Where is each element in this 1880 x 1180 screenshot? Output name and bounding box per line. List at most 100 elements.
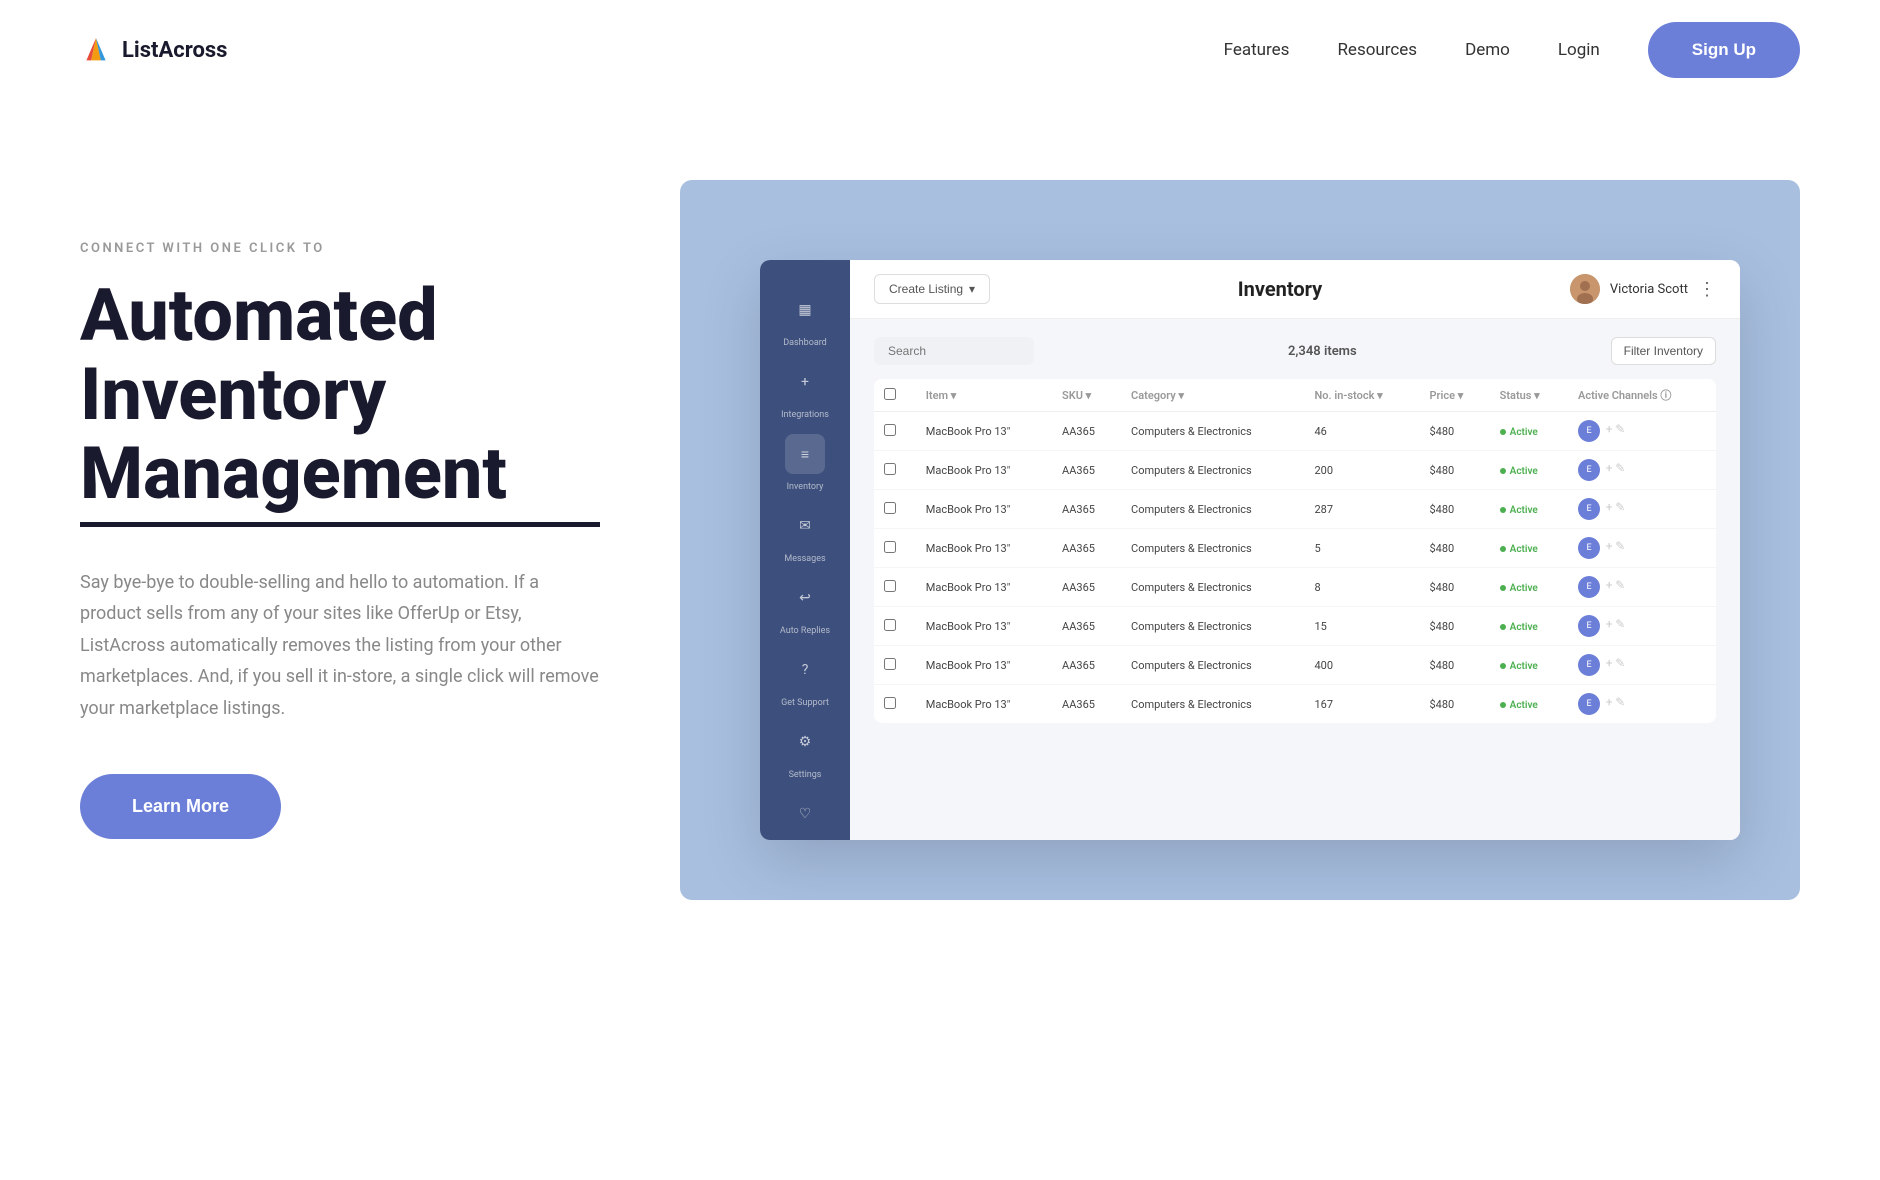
sidebar-item-dashboard[interactable]: ▦ Dashboard <box>783 284 827 348</box>
hero-title-line1: Automated <box>80 273 438 358</box>
create-listing-button[interactable]: Create Listing ▾ <box>874 274 990 304</box>
edit-icon[interactable]: ✎ <box>1615 422 1625 436</box>
status-dot <box>1500 663 1506 669</box>
learn-more-button[interactable]: Learn More <box>80 774 281 839</box>
app-page-title: Inventory <box>1238 277 1322 301</box>
status-label: Active <box>1510 700 1538 711</box>
filter-button[interactable]: Filter Inventory <box>1611 337 1716 365</box>
sidebar-item-autoreplies[interactable]: ↩ Auto Replies <box>780 572 830 636</box>
col-stock: No. in-stock ▾ <box>1305 379 1420 412</box>
nav-login[interactable]: Login <box>1558 40 1600 60</box>
row-checkbox-2[interactable] <box>884 502 896 514</box>
status-dot <box>1500 702 1506 708</box>
logo-icon <box>80 34 112 66</box>
channel-btn[interactable]: E <box>1578 420 1600 442</box>
row-checkbox-4[interactable] <box>884 580 896 592</box>
edit-icon[interactable]: ✎ <box>1615 500 1625 514</box>
topbar-menu-icon[interactable]: ⋮ <box>1698 279 1716 300</box>
table-header-row: Item ▾ SKU ▾ Category ▾ No. in-stock ▾ P… <box>874 379 1716 412</box>
row-checkbox-0[interactable] <box>884 424 896 436</box>
edit-icon[interactable]: ✎ <box>1615 656 1625 670</box>
row-category: Computers & Electronics <box>1121 607 1304 646</box>
row-category: Computers & Electronics <box>1121 412 1304 451</box>
row-sku: AA365 <box>1052 568 1121 607</box>
channel-btn[interactable]: E <box>1578 615 1600 637</box>
row-checkbox-cell <box>874 568 916 607</box>
select-all-checkbox[interactable] <box>884 388 896 400</box>
navbar: ListAcross Features Resources Demo Login… <box>0 0 1880 100</box>
edit-icon[interactable]: ✎ <box>1615 539 1625 553</box>
messages-icon: ✉ <box>799 518 811 534</box>
row-stock: 46 <box>1305 412 1420 451</box>
inventory-content: 2,348 items Filter Inventory Item ▾ SKU … <box>850 319 1740 840</box>
channel-btn[interactable]: E <box>1578 576 1600 598</box>
row-category: Computers & Electronics <box>1121 568 1304 607</box>
row-price: $480 <box>1419 529 1489 568</box>
channel-btn[interactable]: E <box>1578 498 1600 520</box>
add-channel-icon[interactable]: + <box>1606 539 1613 553</box>
edit-icon[interactable]: ✎ <box>1615 617 1625 631</box>
status-dot <box>1500 585 1506 591</box>
edit-icon[interactable]: ✎ <box>1615 461 1625 475</box>
row-checkbox-6[interactable] <box>884 658 896 670</box>
row-checkbox-cell <box>874 646 916 685</box>
col-sku: SKU ▾ <box>1052 379 1121 412</box>
sidebar-item-settings[interactable]: ⚙ Settings <box>785 716 825 780</box>
nav-features[interactable]: Features <box>1224 40 1290 60</box>
channel-btn[interactable]: E <box>1578 459 1600 481</box>
user-name: Victoria Scott <box>1610 282 1688 297</box>
search-input[interactable] <box>874 337 1034 365</box>
row-status: Active <box>1490 412 1568 451</box>
status-label: Active <box>1510 622 1538 633</box>
sidebar-item-support[interactable]: ? Get Support <box>781 644 829 708</box>
nav-demo[interactable]: Demo <box>1465 40 1510 60</box>
add-channel-icon[interactable]: + <box>1606 578 1613 592</box>
row-category: Computers & Electronics <box>1121 646 1304 685</box>
add-channel-icon[interactable]: + <box>1606 617 1613 631</box>
nav-resources[interactable]: Resources <box>1337 40 1417 60</box>
row-checkbox-7[interactable] <box>884 697 896 709</box>
row-item: MacBook Pro 13" <box>916 412 1052 451</box>
add-channel-icon[interactable]: + <box>1606 500 1613 514</box>
channel-btn[interactable]: E <box>1578 693 1600 715</box>
app-main: Create Listing ▾ Inventory <box>850 260 1740 840</box>
signup-button[interactable]: Sign Up <box>1648 22 1800 78</box>
row-sku: AA365 <box>1052 529 1121 568</box>
edit-icon[interactable]: ✎ <box>1615 695 1625 709</box>
row-checkbox-1[interactable] <box>884 463 896 475</box>
avatar-image <box>1570 274 1600 304</box>
sidebar-label-autoreplies: Auto Replies <box>780 626 830 636</box>
col-category: Category ▾ <box>1121 379 1304 412</box>
row-checkbox-3[interactable] <box>884 541 896 553</box>
row-status: Active <box>1490 451 1568 490</box>
row-channels: E + ✎ <box>1568 451 1716 490</box>
row-stock: 15 <box>1305 607 1420 646</box>
row-sku: AA365 <box>1052 685 1121 724</box>
sidebar-item-integrations[interactable]: + Integrations <box>781 356 829 420</box>
add-channel-icon[interactable]: + <box>1606 656 1613 670</box>
table-row: MacBook Pro 13" AA365 Computers & Electr… <box>874 568 1716 607</box>
row-channels: E + ✎ <box>1568 490 1716 529</box>
status-dot <box>1500 468 1506 474</box>
brand-logo[interactable]: ListAcross <box>80 34 227 66</box>
row-stock: 5 <box>1305 529 1420 568</box>
channel-btn[interactable]: E <box>1578 654 1600 676</box>
row-item: MacBook Pro 13" <box>916 490 1052 529</box>
settings-icon: ⚙ <box>799 734 812 750</box>
add-channel-icon[interactable]: + <box>1606 695 1613 709</box>
add-channel-icon[interactable]: + <box>1606 422 1613 436</box>
channel-btn[interactable]: E <box>1578 537 1600 559</box>
col-channels: Active Channels ⓘ <box>1568 379 1716 412</box>
status-label: Active <box>1510 466 1538 477</box>
sidebar-item-refer[interactable]: ♡ Refer Friends <box>779 788 832 840</box>
sidebar-item-messages[interactable]: ✉ Messages <box>784 500 825 564</box>
row-channels: E + ✎ <box>1568 529 1716 568</box>
sidebar-item-inventory[interactable]: ≡ Inventory <box>785 428 825 492</box>
add-channel-icon[interactable]: + <box>1606 461 1613 475</box>
row-checkbox-5[interactable] <box>884 619 896 631</box>
row-item: MacBook Pro 13" <box>916 646 1052 685</box>
edit-icon[interactable]: ✎ <box>1615 578 1625 592</box>
row-item: MacBook Pro 13" <box>916 607 1052 646</box>
hero-visual: ▦ Dashboard + Integrations ≡ <box>680 180 1800 900</box>
status-label: Active <box>1510 427 1538 438</box>
